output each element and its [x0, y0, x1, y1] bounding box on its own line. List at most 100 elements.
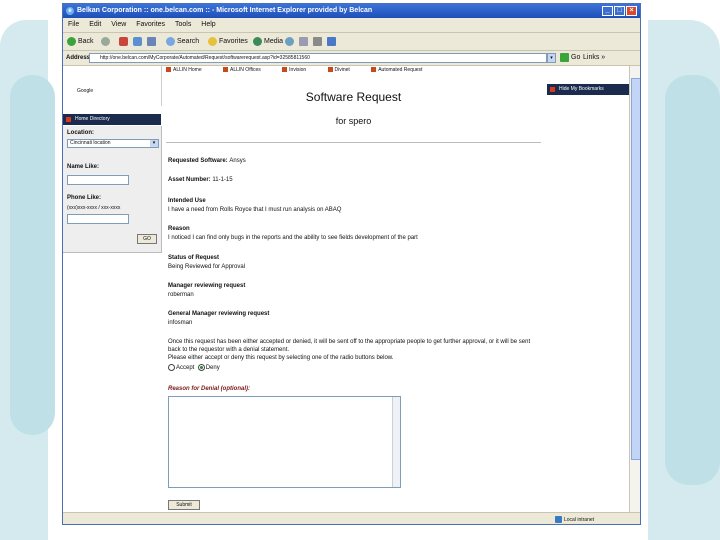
- phone-like-label: Phone Like:: [67, 195, 102, 201]
- media-label: Media: [264, 38, 284, 45]
- reason-label: Reason: [168, 226, 190, 232]
- directory-search-form: Location: Cincinnati location ▾ Name Lik…: [63, 126, 162, 253]
- left-nav: Google Home Directory Location: Cincinna…: [63, 66, 162, 512]
- page-content: Google Home Directory Location: Cincinna…: [63, 66, 640, 520]
- bullet-icon: [66, 117, 71, 122]
- back-label: Back: [78, 38, 94, 45]
- favorites-label: Favorites: [219, 38, 248, 45]
- asset-number-value: 11-1-15: [212, 177, 233, 183]
- zone-indicator: Local intranet: [555, 513, 594, 524]
- refresh-icon: [133, 36, 142, 46]
- menu-tools[interactable]: Tools: [175, 21, 191, 28]
- reason-denial-textarea[interactable]: [168, 396, 401, 488]
- textarea-scrollbar[interactable]: [392, 397, 400, 487]
- window-title: Belkan Corporation :: one.belcan.com :: …: [77, 7, 373, 14]
- asset-number-row: Asset Number: 11-1-15: [168, 177, 233, 183]
- star-icon: [208, 36, 217, 46]
- links-button[interactable]: Links »: [583, 51, 605, 65]
- address-bar: Address http://one.belcan.com/MyCorporat…: [63, 51, 640, 66]
- stop-icon: [119, 36, 128, 46]
- refresh-button[interactable]: [133, 33, 144, 50]
- asset-number-label: Asset Number:: [168, 177, 211, 183]
- gm-label: General Manager reviewing request: [168, 311, 270, 317]
- decision-radios: Accept Deny: [168, 364, 536, 372]
- main-content: Software Request for spero Requested Sof…: [166, 66, 541, 520]
- requested-software-value: Ansys: [229, 158, 246, 164]
- media-button[interactable]: Media: [253, 33, 283, 50]
- status-label: Status of Request: [168, 255, 220, 261]
- menu-favorites[interactable]: Favorites: [136, 21, 165, 28]
- requested-software-row: Requested Software: Ansys: [168, 158, 246, 164]
- deny-radio[interactable]: [197, 364, 205, 371]
- phone-like-input[interactable]: [67, 214, 129, 224]
- print-button[interactable]: [313, 33, 324, 50]
- accept-radio[interactable]: [168, 364, 175, 371]
- forward-arrow-icon: [101, 36, 110, 46]
- deny-label: Deny: [205, 365, 220, 372]
- history-icon: [285, 36, 294, 46]
- hide-bookmarks-label: Hide My Bookmarks: [559, 86, 604, 92]
- location-label: Location:: [67, 130, 94, 136]
- favorites-button[interactable]: Favorites: [208, 33, 248, 50]
- search-label: Search: [177, 38, 200, 45]
- history-button[interactable]: [285, 33, 296, 50]
- media-icon: [253, 36, 262, 46]
- maximize-button[interactable]: □: [614, 6, 625, 16]
- menu-bar: File Edit View Favorites Tools Help: [63, 18, 640, 33]
- page-subtitle: for spero: [335, 116, 372, 126]
- requested-software-label: Requested Software:: [168, 158, 228, 164]
- home-button[interactable]: [147, 33, 158, 50]
- forward-button[interactable]: [101, 33, 112, 50]
- page-title: Software Request: [305, 90, 402, 104]
- edit-button[interactable]: [327, 33, 338, 50]
- mail-button[interactable]: [299, 33, 310, 50]
- address-label: Address: [66, 55, 91, 61]
- page-scrollbar[interactable]: [629, 66, 640, 512]
- reason-denial-label: Reason for Denial (optional):: [168, 386, 251, 392]
- mail-icon: [299, 36, 308, 46]
- search-icon: [166, 36, 175, 46]
- intranet-icon: [555, 516, 562, 524]
- links-label: Links: [583, 54, 600, 61]
- chevron-down-icon: ▾: [150, 140, 158, 147]
- scrollbar-thumb[interactable]: [631, 78, 640, 460]
- location-select[interactable]: Cincinnati location ▾: [67, 139, 159, 148]
- go-button[interactable]: Go: [560, 51, 580, 65]
- nav-top-line2[interactable]: Google: [77, 88, 93, 94]
- toolbar: Back Search Favorites Media: [63, 33, 640, 51]
- name-like-label: Name Like:: [67, 164, 100, 170]
- directory-go-button[interactable]: GO: [137, 234, 157, 244]
- menu-help[interactable]: Help: [201, 21, 215, 28]
- stop-button[interactable]: [119, 33, 130, 50]
- go-arrow-icon: [560, 52, 569, 62]
- title-bar: e Belkan Corporation :: one.belcan.com :…: [63, 4, 640, 18]
- edit-icon: [327, 36, 336, 46]
- background-decor-left-inner: [10, 75, 55, 435]
- menu-edit[interactable]: Edit: [89, 21, 101, 28]
- instructions-paragraph: Once this request has been either accept…: [168, 339, 531, 353]
- address-dropdown-icon[interactable]: ▾: [547, 53, 556, 63]
- ie-logo-icon: e: [66, 7, 74, 15]
- close-button[interactable]: ×: [626, 6, 637, 16]
- address-input[interactable]: http://one.belcan.com/MyCorporate/Automa…: [89, 53, 547, 63]
- divider: [166, 142, 541, 143]
- nav-top-box: Google: [63, 66, 162, 106]
- back-arrow-icon: [67, 36, 76, 46]
- phone-hint: (xxx)xxx-xxxx / xxx-xxxx: [67, 205, 121, 211]
- manager-value: roberman: [168, 292, 194, 298]
- menu-view[interactable]: View: [111, 21, 126, 28]
- home-directory-label: Home Directory: [75, 116, 110, 122]
- manager-label: Manager reviewing request: [168, 283, 246, 289]
- name-like-input[interactable]: [67, 175, 129, 185]
- home-directory-header[interactable]: Home Directory: [63, 114, 161, 125]
- submit-button[interactable]: Submit: [168, 500, 200, 510]
- hide-bookmarks-link[interactable]: Hide My Bookmarks: [547, 84, 629, 95]
- minimize-button[interactable]: _: [602, 6, 613, 16]
- back-button[interactable]: Back: [67, 33, 94, 50]
- status-bar: Local intranet: [63, 512, 640, 524]
- intended-use-value: I have a need from Rolls Royce that I mu…: [168, 207, 342, 213]
- location-value: Cincinnati location: [70, 140, 111, 146]
- bullet-icon: [550, 87, 555, 92]
- menu-file[interactable]: File: [68, 21, 79, 28]
- search-button[interactable]: Search: [166, 33, 199, 50]
